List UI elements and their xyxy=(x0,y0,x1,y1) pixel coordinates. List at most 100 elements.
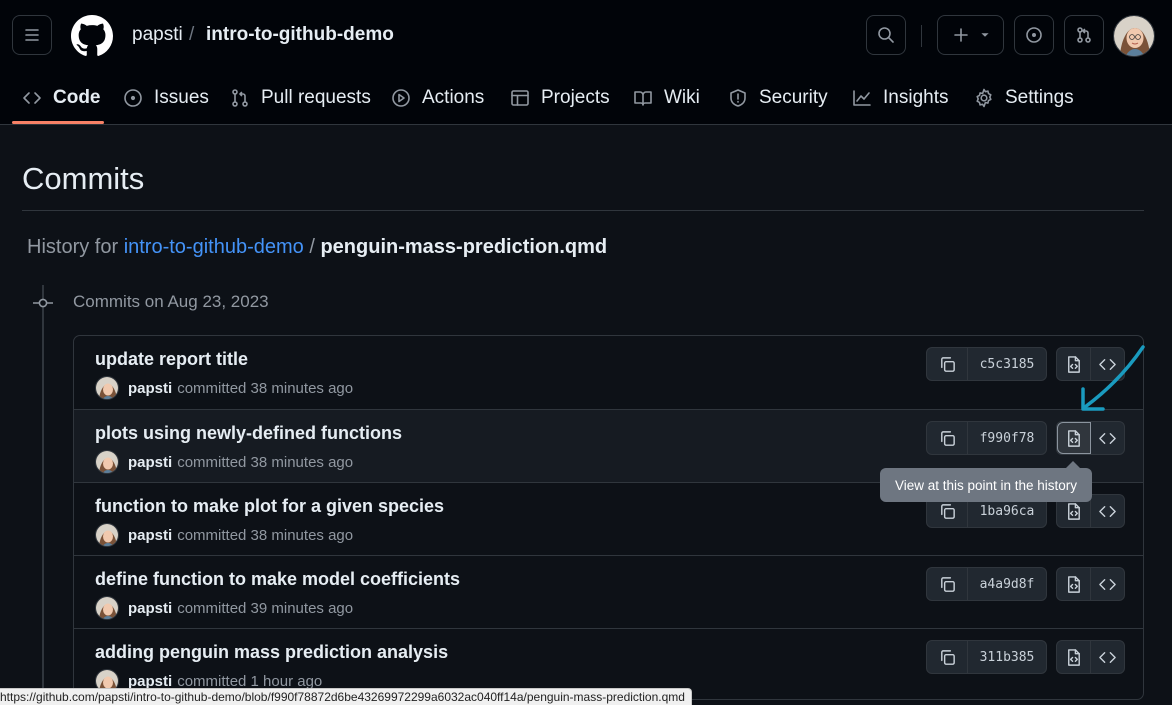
plus-icon xyxy=(953,28,968,42)
graph-icon xyxy=(853,90,871,106)
history-breadcrumb: History for intro-to-github-demo / pengu… xyxy=(27,236,607,259)
sha-button-group: c5c3185 xyxy=(926,347,1047,381)
author-avatar[interactable] xyxy=(95,596,119,620)
commit-actions xyxy=(1056,640,1125,674)
history-repo-link[interactable]: intro-to-github-demo xyxy=(124,236,304,258)
page-title: Commits xyxy=(22,161,145,196)
tab-projects[interactable]: Projects xyxy=(510,72,610,124)
tab-label: Security xyxy=(759,87,828,108)
tooltip-caret xyxy=(1066,461,1080,468)
search-button[interactable] xyxy=(866,15,906,55)
breadcrumb-separator: / xyxy=(189,24,195,45)
menu-icon xyxy=(25,29,39,41)
history-separator: / xyxy=(309,236,315,258)
copy-sha-button[interactable] xyxy=(927,348,968,380)
tooltip: View at this point in the history xyxy=(880,468,1092,502)
sha-button-group: 311b385 xyxy=(926,640,1047,674)
commit-message-link[interactable]: adding penguin mass prediction analysis xyxy=(95,642,448,663)
github-logo[interactable] xyxy=(71,15,113,57)
tab-settings[interactable]: Settings xyxy=(974,72,1074,124)
commit-meta: papsti committed 38 minutes ago xyxy=(95,450,353,474)
chevron-down-icon xyxy=(980,33,989,37)
commit-time: committed 39 minutes ago xyxy=(177,599,354,617)
author-link[interactable]: papsti xyxy=(128,527,172,544)
author-link[interactable]: papsti xyxy=(128,380,172,397)
active-tab-underline xyxy=(12,121,104,124)
history-prefix: History for xyxy=(27,236,119,258)
commit-message-link[interactable]: plots using newly-defined functions xyxy=(95,423,402,444)
avatar xyxy=(96,524,118,546)
code-icon xyxy=(1098,432,1116,444)
gear-icon xyxy=(976,88,992,108)
commit-message-link[interactable]: function to make plot for a given specie… xyxy=(95,496,444,517)
commit-sha-link[interactable]: c5c3185 xyxy=(968,348,1046,380)
browse-repo-button[interactable] xyxy=(1091,568,1125,600)
copy-icon xyxy=(940,576,955,592)
play-icon xyxy=(392,89,410,107)
tab-label: Insights xyxy=(883,87,949,108)
file-code-icon xyxy=(1067,648,1080,666)
view-at-point-button[interactable] xyxy=(1057,422,1091,454)
tab-label: Settings xyxy=(1005,87,1074,108)
tab-security[interactable]: Security xyxy=(728,72,828,124)
tab-wiki[interactable]: Wiki xyxy=(633,72,700,124)
commit-time: committed 38 minutes ago xyxy=(177,526,354,544)
tab-pull-requests[interactable]: Pull requests xyxy=(230,72,371,124)
repo-nav: Code Issues Pull requests Actions Projec… xyxy=(0,72,1172,125)
commit-sha-link[interactable]: a4a9d8f xyxy=(968,568,1046,600)
copy-sha-button[interactable] xyxy=(927,568,968,600)
code-icon xyxy=(1098,578,1116,590)
author-link[interactable]: papsti xyxy=(128,600,172,617)
commit-message-link[interactable]: update report title xyxy=(95,349,248,370)
tab-actions[interactable]: Actions xyxy=(391,72,484,124)
tab-label: Projects xyxy=(541,87,610,108)
copy-sha-button[interactable] xyxy=(927,641,968,673)
pull-requests-button[interactable] xyxy=(1064,15,1104,55)
avatar xyxy=(96,377,118,399)
browse-repo-button[interactable] xyxy=(1091,422,1124,454)
view-at-point-button[interactable] xyxy=(1057,568,1091,600)
sha-button-group: f990f78 xyxy=(926,421,1047,455)
copy-icon xyxy=(940,649,955,665)
author-avatar[interactable] xyxy=(95,376,119,400)
repo-owner-link[interactable]: papsti xyxy=(132,24,183,46)
commit-time: committed 38 minutes ago xyxy=(177,453,354,471)
copy-sha-button[interactable] xyxy=(927,422,968,454)
commit-time: committed 38 minutes ago xyxy=(177,379,354,397)
global-header: papsti / intro-to-github-demo Code Issue… xyxy=(0,0,1172,125)
annotation-arrow xyxy=(1081,345,1145,411)
copy-icon xyxy=(940,356,955,372)
commit-list: update report title papsti committed 38 mi… xyxy=(73,335,1144,700)
link-status-bar: https://github.com/papsti/intro-to-githu… xyxy=(0,688,692,705)
commit-actions xyxy=(1056,567,1125,601)
tab-insights[interactable]: Insights xyxy=(852,72,948,124)
tab-code[interactable]: Code xyxy=(22,72,101,124)
tab-label: Wiki xyxy=(664,87,700,108)
user-avatar[interactable] xyxy=(1113,15,1155,57)
create-new-button[interactable] xyxy=(937,15,1004,55)
issues-button[interactable] xyxy=(1014,15,1054,55)
repo-name-link[interactable]: intro-to-github-demo xyxy=(206,24,394,46)
code-icon xyxy=(1098,651,1116,663)
tab-label: Pull requests xyxy=(261,87,371,108)
commit-day-label: Commits on Aug 23, 2023 xyxy=(73,292,269,311)
tab-issues[interactable]: Issues xyxy=(123,72,209,124)
issues-icon xyxy=(1026,27,1042,43)
avatar xyxy=(1114,16,1154,56)
tab-label: Issues xyxy=(154,87,209,108)
author-avatar[interactable] xyxy=(95,450,119,474)
code-icon xyxy=(1098,505,1116,517)
menu-button[interactable] xyxy=(12,15,52,55)
browse-repo-button[interactable] xyxy=(1091,641,1125,673)
browse-repo-button[interactable] xyxy=(1091,495,1125,527)
header-divider xyxy=(921,25,922,47)
author-link[interactable]: papsti xyxy=(128,454,172,471)
tab-label: Code xyxy=(53,87,101,108)
author-link[interactable]: papsti xyxy=(128,673,172,690)
commit-sha-link[interactable]: 311b385 xyxy=(968,641,1046,673)
commit-message-link[interactable]: define function to make model coefficien… xyxy=(95,569,460,590)
search-icon xyxy=(878,27,894,43)
commit-sha-link[interactable]: f990f78 xyxy=(968,422,1046,454)
author-avatar[interactable] xyxy=(95,523,119,547)
view-at-point-button[interactable] xyxy=(1057,641,1091,673)
